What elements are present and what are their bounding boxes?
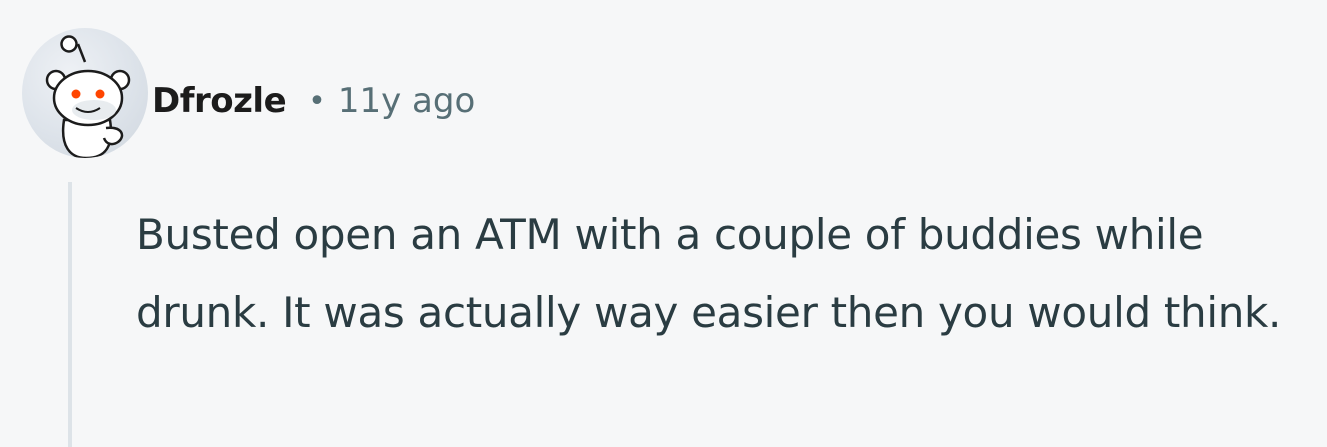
comment-header: Dfrozle • 11y ago [152,75,475,127]
snoo-avatar-icon[interactable] [22,28,148,158]
comment: Dfrozle • 11y ago Busted open an ATM wit… [0,0,1327,447]
comment-body: Busted open an ATM with a couple of budd… [136,210,1282,337]
thread-collapse-line[interactable] [68,182,72,447]
author-username[interactable]: Dfrozle [152,81,287,121]
separator-dot: • [308,83,326,119]
comment-timestamp[interactable]: 11y ago [338,81,475,121]
